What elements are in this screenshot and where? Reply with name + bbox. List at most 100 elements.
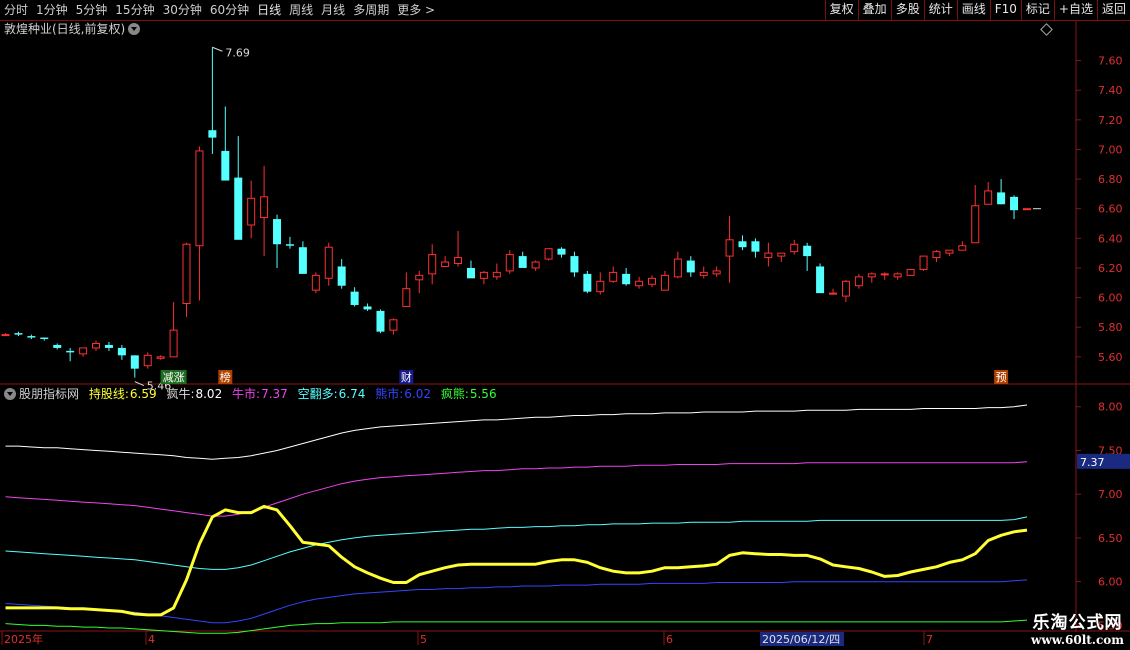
indicator-line — [5, 404, 1028, 460]
candle-body — [984, 190, 993, 205]
candle-body — [479, 271, 488, 279]
price-tick-label: 6.20 — [1098, 262, 1123, 275]
candle-body — [376, 310, 385, 332]
candle-body — [919, 255, 928, 270]
candle-body — [466, 267, 475, 279]
candle-body — [841, 280, 850, 297]
candle-body — [117, 347, 126, 356]
legend-short-to-long: 空翻多:6.74 — [297, 387, 366, 401]
candle-body — [182, 243, 191, 304]
candle-body — [596, 280, 605, 293]
candle-body — [673, 258, 682, 278]
event-marker-label: 财 — [401, 370, 412, 384]
candle-body — [350, 291, 359, 305]
candle-body — [195, 150, 204, 247]
watermark: 乐淘公式网 www.60lt.com — [1031, 608, 1124, 647]
chart-canvas[interactable]: 7.60 7.40 7.20 7.00 6.80 6.60 6.40 6.20 6.00 5.80… — [0, 0, 1130, 650]
stock-title-text: 敦煌种业(日线,前复权) — [4, 22, 126, 36]
candle-body — [880, 273, 889, 276]
candle-body — [92, 342, 101, 349]
candle-body — [893, 273, 902, 278]
candle-body — [906, 268, 915, 276]
candle-body — [997, 192, 1006, 205]
candle-body — [764, 252, 773, 259]
candle-body — [609, 271, 618, 282]
candle-body — [738, 241, 747, 248]
candle-body — [402, 288, 411, 307]
candle-body — [777, 252, 786, 257]
price-tick-label: 7.40 — [1098, 84, 1123, 97]
candle-body — [712, 270, 721, 275]
candle-body — [66, 350, 75, 353]
candle-body — [518, 256, 527, 268]
candle-body — [583, 273, 592, 292]
event-marker-label: 榜 — [220, 370, 231, 384]
candle-body — [130, 355, 139, 369]
legend-crazy-bull: 疯牛:8.02 — [166, 387, 223, 401]
candle-body — [428, 254, 437, 275]
indicator-tick-label: 7.00 — [1098, 488, 1123, 501]
candle-body — [247, 197, 256, 226]
event-marker-label: 预 — [996, 371, 1007, 384]
candle-body — [53, 344, 62, 348]
candle-body — [40, 337, 49, 340]
date-label: 7 — [926, 633, 933, 646]
candle-body — [260, 196, 269, 219]
candle-body — [1, 334, 10, 337]
candle-body — [285, 244, 294, 246]
candle-body — [415, 274, 424, 281]
candle-body — [854, 276, 863, 287]
candle-body — [544, 248, 553, 260]
candle-body — [27, 336, 36, 338]
candle-body — [14, 333, 23, 335]
candle-body — [79, 347, 88, 355]
price-tick-label: 7.00 — [1098, 143, 1123, 156]
legend-bull-market: 牛市:7.37 — [232, 387, 288, 401]
candle-body — [337, 266, 346, 286]
indicator-line — [5, 461, 1028, 517]
date-label: 2025年 — [4, 632, 43, 646]
candle-body — [958, 245, 967, 251]
indicator-tick-label: 6.00 — [1098, 576, 1123, 589]
price-tick-label: 7.20 — [1098, 114, 1123, 127]
candle-body — [971, 205, 980, 244]
price-tick-label: 6.00 — [1098, 292, 1123, 305]
candle-body — [622, 273, 631, 285]
price-tick-label: 7.60 — [1098, 55, 1123, 68]
candle-body — [234, 177, 243, 240]
price-tick-label: 5.80 — [1098, 321, 1123, 334]
legend-bear-market: 熊市:6.02 — [375, 387, 431, 401]
stock-title[interactable]: 敦煌种业(日线,前复权) — [4, 21, 141, 37]
candle-body — [570, 256, 579, 273]
event-marker-label: 减涨 — [163, 371, 185, 384]
chevron-down-icon[interactable] — [4, 388, 16, 400]
indicator-tick-label: 8.00 — [1098, 401, 1123, 414]
date-label: 5 — [420, 633, 427, 646]
candle-body — [932, 251, 941, 259]
high-label: 7.69 — [225, 46, 250, 59]
chevron-down-icon[interactable] — [128, 23, 141, 35]
candle-body — [751, 241, 760, 252]
candle-body — [660, 274, 669, 291]
candle-body — [725, 239, 734, 257]
candle-body — [945, 249, 954, 254]
indicator-tick-label: 6.50 — [1098, 532, 1123, 545]
candle-body — [363, 306, 372, 310]
candle-body — [829, 292, 838, 295]
candle-body — [441, 261, 450, 267]
indicator-line — [5, 504, 1028, 617]
watermark-url: www.60lt.com — [1031, 633, 1124, 647]
price-tick-label: 6.80 — [1098, 173, 1123, 186]
candle-body — [208, 130, 217, 138]
candle-body — [867, 273, 876, 278]
candle-body — [686, 260, 695, 273]
date-label: 4 — [148, 633, 155, 646]
candle-body — [492, 271, 501, 278]
indicator-value-tag-label: 7.37 — [1080, 456, 1105, 469]
legend-hold-line: 持股线:6.59 — [88, 387, 157, 401]
indicator-name: 股朋指标网 — [19, 387, 80, 401]
candle-body — [648, 277, 656, 285]
indicator-legend: 股朋指标网 持股线:6.59 疯牛:8.02 牛市:7.37 空翻多:6.74 … — [4, 386, 503, 402]
candle-body — [273, 219, 282, 245]
indicator-line — [5, 516, 1028, 570]
